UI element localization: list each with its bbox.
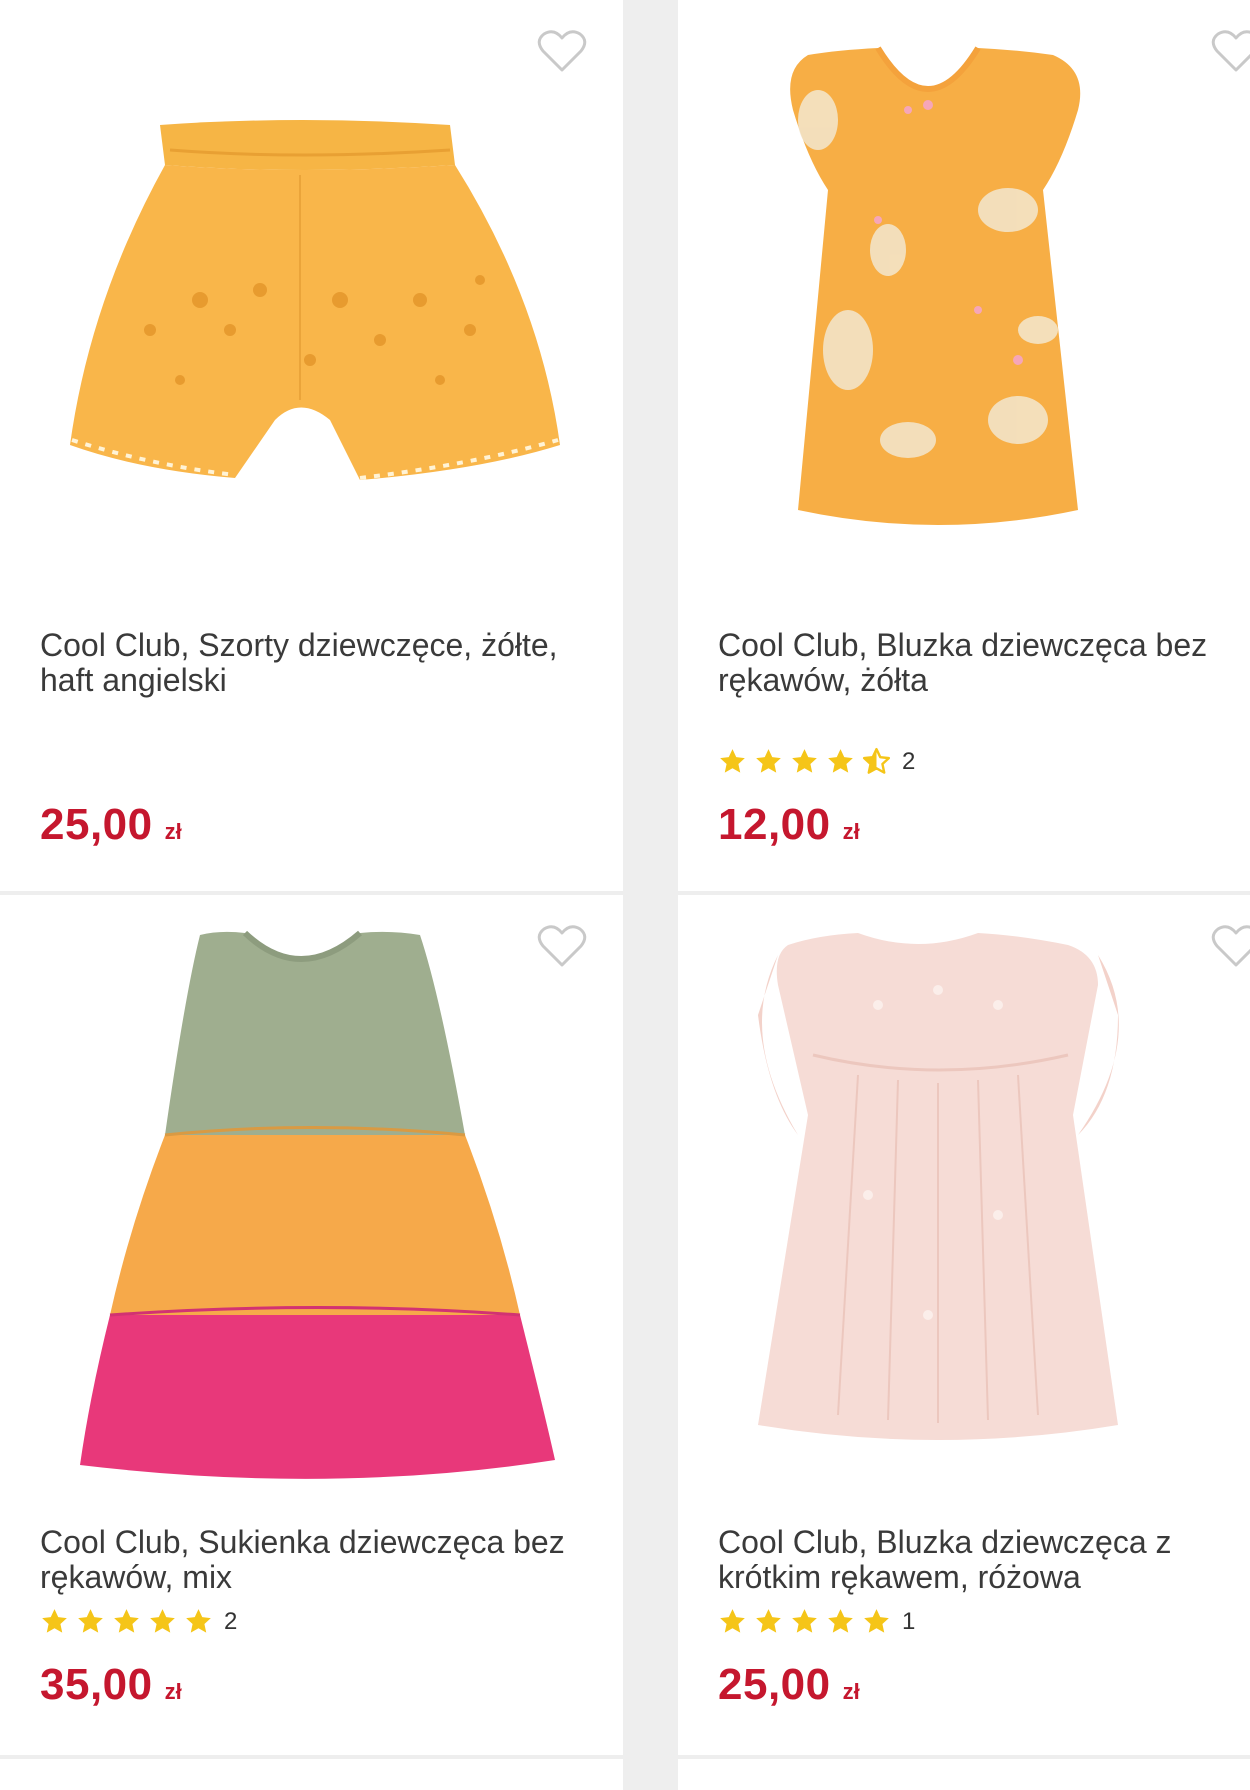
product-title[interactable]: Cool Club, Bluzka dziewczęca z krótkim r… (718, 1525, 1238, 1595)
star-icon (792, 1609, 817, 1633)
product-image[interactable] (0, 0, 623, 600)
price-amount: 35,00 (40, 1660, 153, 1709)
product-image[interactable] (678, 895, 1250, 1495)
star-icon (150, 1609, 175, 1633)
favorite-heart-icon[interactable] (537, 30, 587, 74)
rating-count: 1 (902, 1607, 916, 1635)
pink-blouse-image (758, 933, 1119, 1440)
yellow-blouse-image (790, 46, 1081, 525)
product-price: 35,00 zł (40, 1660, 182, 1710)
favorite-heart-icon[interactable] (537, 925, 587, 969)
star-icon (78, 1609, 103, 1633)
price-currency: zł (164, 819, 182, 844)
product-card[interactable]: Cool Club, Bluzka dziewczęca bez rękawów… (678, 0, 1250, 891)
favorite-heart-icon[interactable] (1211, 30, 1250, 74)
product-image[interactable] (0, 895, 623, 1495)
product-title[interactable]: Cool Club, Sukienka dziewczęca bez rękaw… (40, 1525, 580, 1595)
price-currency: zł (842, 1679, 860, 1704)
product-grid: Cool Club, Szorty dziewczęce, żółte, haf… (0, 0, 1250, 1790)
price-currency: zł (842, 819, 860, 844)
star-icon (186, 1609, 211, 1633)
colorblock-dress-image (80, 930, 555, 1479)
rating-count: 2 (902, 747, 916, 775)
price-amount: 25,00 (40, 800, 153, 849)
product-card[interactable]: Cool Club, Szorty dziewczęce, żółte, haf… (0, 0, 623, 891)
price-amount: 12,00 (718, 800, 831, 849)
star-icon (792, 749, 817, 773)
star-icon (864, 1609, 889, 1633)
star-icon (862, 747, 891, 774)
product-price: 12,00 zł (718, 800, 860, 850)
star-icon (720, 749, 745, 773)
price-currency: zł (164, 1679, 182, 1704)
star-icon (720, 1609, 745, 1633)
product-rating: 2 (40, 1607, 237, 1636)
star-icon (114, 1609, 139, 1633)
star-icon (828, 749, 853, 773)
yellow-shorts-image (70, 120, 560, 480)
product-image[interactable] (678, 0, 1250, 600)
product-card[interactable]: Cool Club, Bluzka dziewczęca z krótkim r… (678, 895, 1250, 1755)
product-title[interactable]: Cool Club, Bluzka dziewczęca bez rękawów… (718, 628, 1238, 698)
product-price: 25,00 zł (718, 1660, 860, 1710)
product-rating: 2 (718, 747, 915, 776)
price-amount: 25,00 (718, 1660, 831, 1709)
product-price: 25,00 zł (40, 800, 182, 850)
favorite-heart-icon[interactable] (1211, 925, 1250, 969)
star-icon (756, 1609, 781, 1633)
product-card[interactable] (678, 1759, 1250, 1790)
star-icon (42, 1609, 67, 1633)
product-rating: 1 (718, 1607, 915, 1636)
product-title[interactable]: Cool Club, Szorty dziewczęce, żółte, haf… (40, 628, 580, 698)
star-icon (828, 1609, 853, 1633)
product-card[interactable]: Cool Club, Sukienka dziewczęca bez rękaw… (0, 895, 623, 1755)
product-card[interactable] (0, 1759, 623, 1790)
star-icon (756, 749, 781, 773)
rating-count: 2 (224, 1607, 238, 1635)
